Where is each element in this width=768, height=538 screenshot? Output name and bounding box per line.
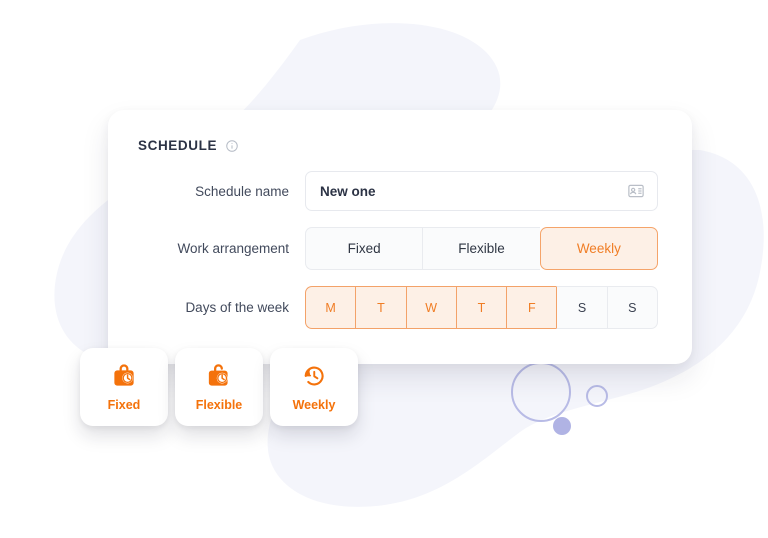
- open-briefcase-clock-icon: [205, 362, 233, 390]
- day-tuesday-label: T: [377, 300, 385, 315]
- day-monday[interactable]: M: [305, 286, 356, 329]
- day-thursday[interactable]: T: [455, 286, 507, 329]
- segment-fixed[interactable]: Fixed: [305, 227, 423, 270]
- day-thursday-label: T: [477, 300, 486, 315]
- segment-weekly[interactable]: Weekly: [539, 227, 658, 270]
- clock-rotate-left-icon: [300, 362, 328, 390]
- page-title: SCHEDULE: [138, 138, 218, 153]
- day-monday-label: M: [325, 300, 336, 315]
- mini-card-fixed[interactable]: Fixed: [80, 348, 168, 426]
- mini-card-flexible-label: Flexible: [195, 398, 243, 413]
- days-of-week-control: M T W T F S S: [305, 286, 658, 329]
- schedule-name-value: New one: [320, 183, 376, 199]
- mini-card-weekly-label: Weekly: [292, 398, 336, 413]
- card-header: SCHEDULE: [108, 110, 692, 153]
- segment-fixed-label: Fixed: [347, 241, 381, 256]
- decorative-ring-small: [586, 385, 608, 407]
- day-wednesday-label: W: [425, 300, 438, 315]
- day-sunday-label: S: [628, 300, 637, 315]
- mini-card-flexible[interactable]: Flexible: [175, 348, 263, 426]
- contact-card-icon[interactable]: [627, 182, 645, 200]
- row-work-arrangement: Work arrangement Fixed Flexible Weekly: [108, 227, 692, 270]
- schedule-name-label: Schedule name: [195, 183, 289, 199]
- day-tuesday[interactable]: T: [355, 286, 406, 329]
- mini-card-weekly[interactable]: Weekly: [270, 348, 358, 426]
- briefcase-clock-icon: [110, 362, 138, 390]
- day-friday[interactable]: F: [506, 286, 557, 329]
- info-circle-icon[interactable]: [225, 139, 239, 153]
- segment-flexible[interactable]: Flexible: [422, 227, 540, 270]
- work-arrangement-segmented-control: Fixed Flexible Weekly: [305, 227, 658, 270]
- day-friday-label: F: [527, 300, 536, 315]
- mini-card-fixed-label: Fixed: [107, 398, 141, 413]
- days-of-week-label: Days of the week: [185, 300, 289, 315]
- schedule-name-input[interactable]: New one: [305, 171, 658, 211]
- day-wednesday[interactable]: W: [405, 286, 456, 329]
- segment-weekly-label: Weekly: [576, 241, 621, 256]
- form-rows: Schedule name New one Work arrangement F…: [108, 153, 692, 329]
- day-saturday-label: S: [577, 300, 587, 315]
- schedule-card: SCHEDULE Schedule name New one Work arra…: [108, 110, 692, 364]
- work-arrangement-label: Work arrangement: [177, 241, 289, 256]
- row-days-of-week: Days of the week M T W T F S S: [108, 286, 692, 329]
- segment-flexible-label: Flexible: [458, 241, 505, 256]
- decorative-dot: [553, 417, 571, 435]
- day-sunday[interactable]: S: [606, 286, 658, 329]
- row-schedule-name: Schedule name New one: [108, 171, 692, 211]
- day-saturday[interactable]: S: [556, 286, 607, 329]
- decorative-ring-large: [511, 362, 571, 422]
- screenshot-stage: SCHEDULE Schedule name New one Work arra…: [0, 0, 768, 538]
